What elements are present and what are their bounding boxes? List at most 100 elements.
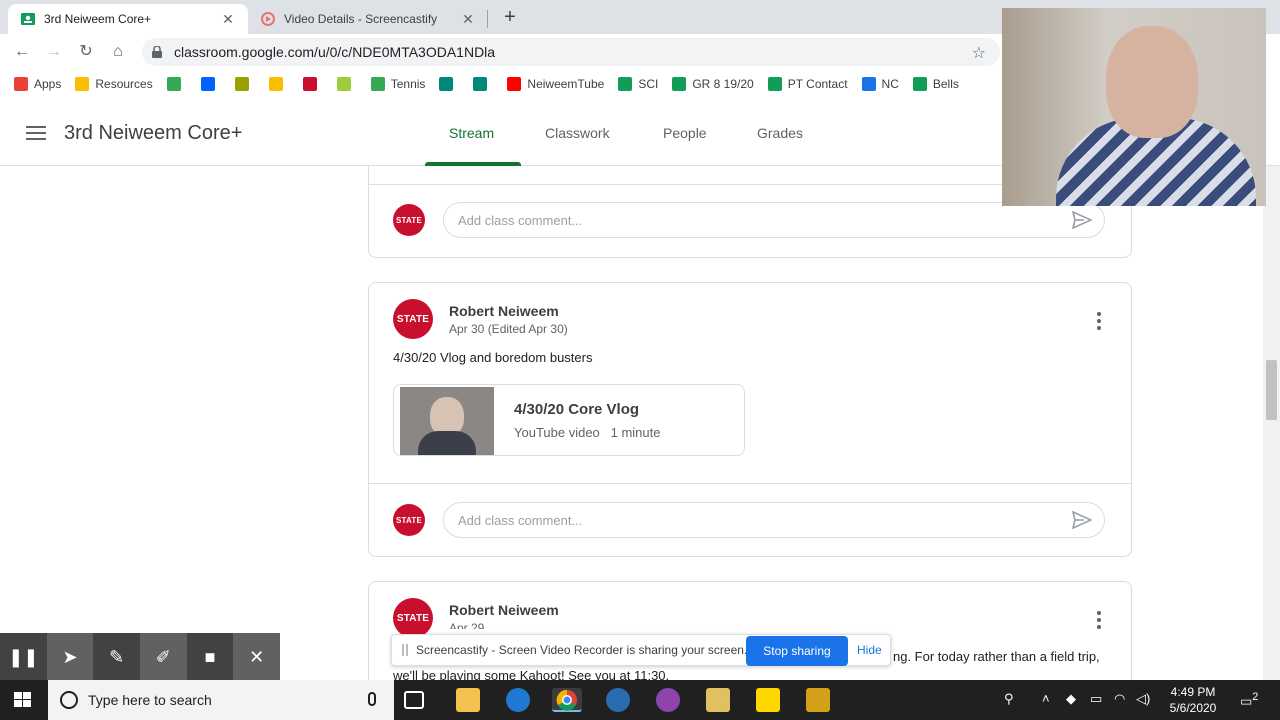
- class-comment-input[interactable]: Add class comment...: [443, 202, 1105, 238]
- bookmark-label: Apps: [34, 77, 62, 91]
- video-attachment[interactable]: 4/30/20 Core Vlog YouTube video 1 minute: [393, 384, 745, 456]
- pen-icon[interactable]: ✎: [93, 633, 140, 681]
- forward-icon[interactable]: →: [44, 42, 64, 62]
- bookmark-item[interactable]: [336, 77, 357, 91]
- pause-icon[interactable]: ❚❚: [0, 633, 47, 681]
- sticky-notes-icon[interactable]: [756, 688, 780, 712]
- notification-center-icon[interactable]: ▭2: [1240, 691, 1258, 709]
- taskbar-search-box[interactable]: Type here to search: [48, 680, 394, 720]
- bookmark-item[interactable]: PT Contact: [767, 77, 848, 91]
- task-view-icon[interactable]: [404, 691, 424, 709]
- taskbar-app-icon[interactable]: [806, 688, 830, 712]
- bookmark-icon: [507, 77, 522, 91]
- scrollbar-track[interactable]: [1263, 166, 1280, 680]
- attachment-duration: 1 minute: [610, 425, 661, 440]
- tab-title: 3rd Neiweem Core+: [44, 12, 152, 26]
- bookmark-item[interactable]: [268, 77, 289, 91]
- class-title[interactable]: 3rd Neiweem Core+: [64, 122, 242, 145]
- drag-handle-icon[interactable]: [402, 644, 408, 656]
- bookmark-icon: [75, 77, 90, 91]
- cursor-icon[interactable]: ➤: [46, 633, 94, 681]
- bookmark-icon: [618, 77, 633, 91]
- windows-start-icon[interactable]: [14, 692, 32, 708]
- reload-icon[interactable]: ↻: [76, 42, 96, 62]
- attachment-type: YouTube video: [514, 425, 600, 440]
- more-options-icon[interactable]: [1097, 611, 1101, 632]
- bookmark-item[interactable]: Bells: [912, 77, 959, 91]
- back-icon[interactable]: ←: [12, 42, 32, 62]
- stop-sharing-button[interactable]: Stop sharing: [746, 636, 848, 666]
- bookmark-item[interactable]: [234, 77, 255, 91]
- bookmark-item[interactable]: Apps: [14, 77, 61, 91]
- more-options-icon[interactable]: [1097, 312, 1101, 333]
- tab-classwork[interactable]: Classwork: [545, 125, 610, 141]
- battery-icon[interactable]: ▭: [1090, 691, 1102, 707]
- main-menu-icon[interactable]: [26, 126, 46, 140]
- address-bar[interactable]: classroom.google.com/u/0/c/NDE0MTA3ODA1N…: [142, 38, 1000, 66]
- send-icon[interactable]: [1072, 511, 1092, 529]
- screencastify-controls: ❚❚ ➤ ✎ ✐ ■ ✕: [0, 633, 281, 681]
- microphone-icon[interactable]: [368, 692, 376, 706]
- bookmark-icon: [234, 77, 249, 91]
- bookmark-icon: [336, 77, 351, 91]
- bookmark-star-icon[interactable]: ☆: [972, 43, 986, 63]
- bookmark-item[interactable]: Resources: [75, 77, 153, 91]
- notes-app-icon[interactable]: [706, 688, 730, 712]
- notification-count: 2: [1252, 691, 1259, 703]
- bookmark-item[interactable]: [166, 77, 187, 91]
- bookmark-item[interactable]: GR 8 19/20: [672, 77, 754, 91]
- bookmark-item[interactable]: [302, 77, 323, 91]
- close-tab-icon[interactable]: ✕: [460, 11, 476, 28]
- close-icon[interactable]: ✕: [233, 633, 281, 681]
- send-icon[interactable]: [1072, 211, 1092, 229]
- system-clock[interactable]: 4:49 PM 5/6/2020: [1158, 684, 1228, 716]
- wifi-icon[interactable]: ◠: [1114, 691, 1125, 707]
- bookmark-item[interactable]: [200, 77, 221, 91]
- attachment-meta: YouTube video 1 minute: [514, 425, 661, 440]
- bookmark-item[interactable]: SCI: [618, 77, 658, 91]
- bookmark-icon: [14, 77, 28, 91]
- bookmark-item[interactable]: [473, 77, 493, 91]
- tab-classroom[interactable]: 3rd Neiweem Core+ ✕: [8, 4, 248, 34]
- class-comment-input[interactable]: Add class comment...: [443, 502, 1105, 538]
- volume-icon[interactable]: ◁): [1136, 691, 1150, 707]
- tab-grades[interactable]: Grades: [757, 125, 803, 141]
- eraser-icon[interactable]: ✐: [140, 633, 187, 681]
- dropbox-tray-icon[interactable]: ◆: [1066, 691, 1076, 707]
- bookmark-icon: [439, 77, 454, 91]
- home-icon[interactable]: ⌂: [108, 42, 128, 62]
- new-tab-icon[interactable]: +: [498, 6, 522, 29]
- file-explorer-icon[interactable]: [456, 688, 480, 712]
- bookmark-item[interactable]: NC: [861, 77, 899, 91]
- people-icon[interactable]: ⚲: [1004, 691, 1014, 707]
- bookmark-label: SCI: [638, 77, 659, 91]
- scrollbar-thumb[interactable]: [1266, 360, 1277, 420]
- edge-icon[interactable]: [506, 688, 530, 712]
- tab-stream[interactable]: Stream: [449, 125, 494, 141]
- close-tab-icon[interactable]: ✕: [220, 11, 236, 28]
- hide-button[interactable]: Hide: [857, 643, 882, 657]
- post-date: Apr 29: [449, 621, 485, 629]
- chrome-icon[interactable]: [552, 688, 582, 712]
- bookmark-item[interactable]: NeiweemTube: [507, 77, 604, 91]
- post-author: Robert Neiweem: [449, 602, 559, 618]
- webcam-overlay[interactable]: [1002, 8, 1266, 206]
- camera-icon[interactable]: ■: [187, 633, 234, 681]
- avatar: STATE: [393, 504, 425, 536]
- bookmark-icon: [302, 77, 317, 91]
- attachment-title: 4/30/20 Core Vlog: [514, 401, 640, 418]
- avatar: STATE: [393, 299, 433, 339]
- bookmark-icon: [912, 77, 927, 91]
- tab-title: Video Details - Screencastify: [284, 12, 438, 26]
- tab-people[interactable]: People: [663, 125, 707, 141]
- tab-screencastify[interactable]: Video Details - Screencastify ✕: [248, 4, 488, 34]
- bookmark-icon: [473, 77, 488, 91]
- bookmark-item[interactable]: [439, 77, 459, 91]
- show-hidden-icons[interactable]: ˄: [1042, 691, 1050, 706]
- bookmark-item[interactable]: Tennis: [370, 77, 425, 91]
- comment-placeholder: Add class comment...: [458, 213, 583, 228]
- photos-app-icon[interactable]: [656, 688, 680, 712]
- post-body: 4/30/20 Vlog and boredom busters: [393, 350, 593, 365]
- settings-app-icon[interactable]: [606, 688, 630, 712]
- clock-time: 4:49 PM: [1170, 685, 1216, 699]
